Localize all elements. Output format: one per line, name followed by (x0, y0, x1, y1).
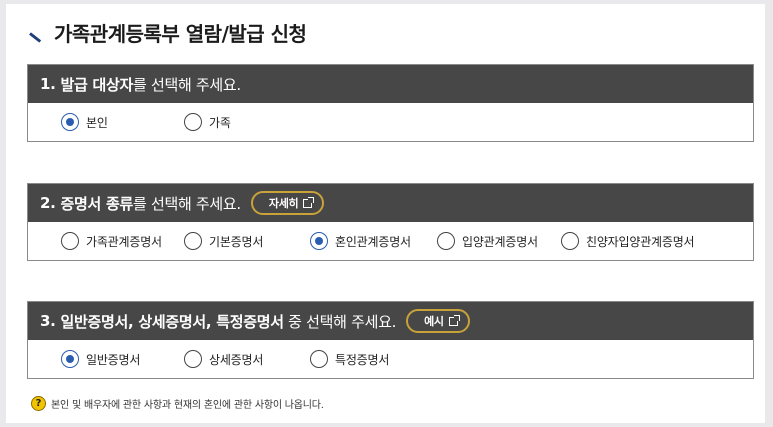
section-options: 가족관계증명서 기본증명서 혼인관계증명서 입양관계증명서 친양자입양관계증명서 (28, 222, 753, 260)
page-title-text: 가족관계등록부 열람/발급 신청 (54, 22, 307, 46)
section-heading-rest: 를 선택해 주세요. (132, 194, 241, 213)
option-label: 상세증명서 (209, 352, 264, 367)
content-panel: 가족관계등록부 열람/발급 신청 1. 발급 대상자 를 선택해 주세요. 본인… (6, 4, 765, 423)
option-label: 특정증명서 (335, 352, 390, 367)
section-number: 2. (40, 194, 56, 212)
section-number: 1. (40, 75, 56, 93)
option-label: 기본증명서 (209, 234, 264, 249)
section-heading-rest: 중 선택해 주세요. (283, 312, 397, 331)
section-header: 1. 발급 대상자 를 선택해 주세요. (28, 65, 753, 103)
radio-option-full-adoption-cert[interactable]: 친양자입양관계증명서 (561, 232, 695, 250)
question-icon: ? (31, 396, 46, 411)
section-header: 2. 증명서 종류 를 선택해 주세요. 자세히 (28, 184, 753, 222)
details-button[interactable]: 자세히 (250, 191, 325, 215)
section-heading-strong: 일반증명서, 상세증명서, 특정증명서 (60, 312, 284, 331)
radio-button[interactable] (561, 232, 579, 250)
radio-button[interactable] (310, 350, 328, 368)
radio-button[interactable] (184, 113, 202, 131)
radio-option-family-relation-cert[interactable]: 가족관계증명서 (61, 232, 162, 250)
section-cert-scope: 3. 일반증명서, 상세증명서, 특정증명서 중 선택해 주세요. 예시 일반증… (27, 301, 754, 379)
radio-button[interactable] (61, 232, 79, 250)
option-label: 입양관계증명서 (462, 234, 538, 249)
option-label: 혼인관계증명서 (335, 234, 411, 249)
example-button-label: 예시 (424, 315, 444, 328)
radio-button-selected[interactable] (61, 113, 79, 131)
option-label: 가족 (209, 115, 231, 130)
radio-button[interactable] (184, 232, 202, 250)
section-number: 3. (40, 312, 56, 330)
radio-option-adoption-cert[interactable]: 입양관계증명서 (437, 232, 538, 250)
section-options: 일반증명서 상세증명서 특정증명서 (28, 340, 753, 378)
radio-button-selected[interactable] (61, 350, 79, 368)
external-link-icon (448, 314, 460, 326)
radio-option-general-cert[interactable]: 일반증명서 (61, 350, 140, 368)
section-heading-rest: 를 선택해 주세요. (132, 75, 241, 94)
section-heading-strong: 발급 대상자 (60, 75, 134, 94)
radio-option-specific-cert[interactable]: 특정증명서 (310, 350, 389, 368)
radio-option-basic-cert[interactable]: 기본증명서 (184, 232, 263, 250)
radio-button[interactable] (184, 350, 202, 368)
section-heading-strong: 증명서 종류 (60, 194, 134, 213)
page-title: 가족관계등록부 열람/발급 신청 (30, 18, 307, 47)
radio-button-selected[interactable] (310, 232, 328, 250)
section-certificate-type: 2. 증명서 종류 를 선택해 주세요. 자세히 가족관계증명서 기본증명서 혼… (27, 183, 754, 261)
radio-button[interactable] (437, 232, 455, 250)
radio-option-detailed-cert[interactable]: 상세증명서 (184, 350, 263, 368)
radio-option-family[interactable]: 가족 (184, 113, 231, 131)
option-label: 친양자입양관계증명서 (586, 234, 695, 249)
example-button[interactable]: 예시 (406, 309, 470, 333)
section-target-person: 1. 발급 대상자 를 선택해 주세요. 본인 가족 (27, 64, 754, 142)
help-note-text: 본인 및 배우자에 관한 사항과 현재의 혼인에 관한 사항이 나옵니다. (51, 400, 324, 411)
help-note: ? 본인 및 배우자에 관한 사항과 현재의 혼인에 관한 사항이 나옵니다. (31, 396, 324, 411)
section-options: 본인 가족 (28, 103, 753, 141)
details-button-label: 자세히 (268, 197, 299, 210)
option-label: 본인 (86, 115, 108, 130)
section-header: 3. 일반증명서, 상세증명서, 특정증명서 중 선택해 주세요. 예시 (28, 302, 753, 340)
title-mark-icon (30, 27, 42, 39)
option-label: 일반증명서 (86, 352, 141, 367)
option-label: 가족관계증명서 (86, 234, 162, 249)
radio-option-marriage-cert[interactable]: 혼인관계증명서 (310, 232, 411, 250)
external-link-icon (303, 196, 315, 208)
radio-option-self[interactable]: 본인 (61, 113, 108, 131)
